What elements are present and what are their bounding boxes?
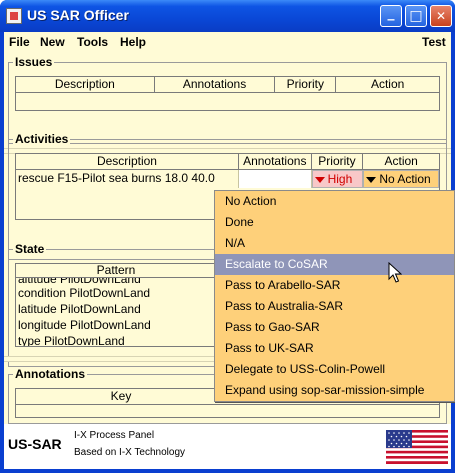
minimize-button[interactable]: _ <box>380 5 402 27</box>
state-pattern[interactable]: type PilotDownLand <box>16 333 216 346</box>
chevron-down-icon <box>314 176 325 183</box>
menu-test[interactable]: Test <box>422 35 446 49</box>
priority-value: High <box>327 172 353 186</box>
menu-item-delegate-to-uss-colin-powell[interactable]: Delegate to USS-Colin-Powell <box>215 359 454 380</box>
state-pattern[interactable]: condition PilotDownLand <box>16 285 216 301</box>
menu-item-pass-to-australia-sar[interactable]: Pass to Australia-SAR <box>215 296 454 317</box>
app-window: US SAR Officer _ □ ✕ File New Tools Help… <box>0 0 455 473</box>
menu-item-na[interactable]: N/A <box>215 233 454 254</box>
menu-item-escalate-to-cosar[interactable]: Escalate to CoSAR <box>215 254 454 275</box>
maximize-icon: □ <box>409 8 423 24</box>
issues-panel: Issues Description Annotations Priority … <box>8 55 447 144</box>
activities-col-description[interactable]: Description <box>16 154 239 169</box>
maximize-button[interactable]: □ <box>405 5 427 27</box>
state-col-pattern[interactable]: Pattern <box>16 264 216 277</box>
menu-file[interactable]: File <box>9 35 30 49</box>
state-title: State <box>13 242 47 256</box>
action-dropdown[interactable]: No Action <box>363 170 439 188</box>
action-value: No Action <box>379 172 431 186</box>
activity-annotations[interactable] <box>238 170 312 188</box>
menu-item-pass-to-uk-sar[interactable]: Pass to UK-SAR <box>215 338 454 359</box>
issues-title: Issues <box>13 55 55 69</box>
activities-title: Activities <box>13 132 71 146</box>
issues-col-description[interactable]: Description <box>16 77 155 92</box>
us-flag-icon <box>386 430 448 464</box>
table-row[interactable]: rescue F15-Pilot sea burns 18.0 40.0 Hig… <box>16 170 439 188</box>
state-pattern[interactable]: latitude PilotDownLand <box>16 301 216 317</box>
menu-item-pass-to-gao-sar[interactable]: Pass to Gao-SAR <box>215 317 454 338</box>
issues-col-action[interactable]: Action <box>336 77 439 92</box>
state-pattern[interactable]: longitude PilotDownLand <box>16 317 216 333</box>
activities-col-action[interactable]: Action <box>363 154 439 169</box>
menu-bar: File New Tools Help Test <box>4 32 451 52</box>
footer-line-2: Based on I-X Technology <box>74 447 186 458</box>
title-bar[interactable]: US SAR Officer _ □ ✕ <box>0 0 455 32</box>
menu-item-expand-using-sop[interactable]: Expand using sop-sar-mission-simple <box>215 380 454 401</box>
minimize-icon: _ <box>387 5 395 21</box>
window-title: US SAR Officer <box>27 7 129 23</box>
annotations-title: Annotations <box>13 367 87 381</box>
menu-tools[interactable]: Tools <box>77 35 108 49</box>
menu-item-pass-to-arabello-sar[interactable]: Pass to Arabello-SAR <box>215 275 454 296</box>
activities-table-header: Description Annotations Priority Action <box>16 154 439 170</box>
issues-table[interactable]: Description Annotations Priority Action <box>15 76 440 111</box>
menu-new[interactable]: New <box>40 35 65 49</box>
menu-item-done[interactable]: Done <box>215 212 454 233</box>
footer: US-SAR I-X Process Panel Based on I-X Te… <box>4 424 451 469</box>
annotations-col-key[interactable]: Key <box>16 389 226 404</box>
issues-col-annotations[interactable]: Annotations <box>155 77 276 92</box>
priority-dropdown[interactable]: High <box>311 170 364 188</box>
footer-line-1: I-X Process Panel <box>74 430 155 441</box>
action-dropdown-menu: No Action Done N/A Escalate to CoSAR Pas… <box>214 190 455 402</box>
app-logo: US-SAR <box>8 436 62 452</box>
menu-item-no-action[interactable]: No Action <box>215 191 454 212</box>
app-icon <box>6 8 22 24</box>
activities-col-annotations[interactable]: Annotations <box>239 154 312 169</box>
close-icon: ✕ <box>435 9 447 23</box>
mouse-cursor-icon <box>388 262 402 283</box>
issues-table-header: Description Annotations Priority Action <box>16 77 439 93</box>
issues-col-priority[interactable]: Priority <box>275 77 337 92</box>
menu-help[interactable]: Help <box>120 35 146 49</box>
activities-col-priority[interactable]: Priority <box>312 154 364 169</box>
activity-description[interactable]: rescue F15-Pilot sea burns 18.0 40.0 <box>16 170 239 188</box>
close-button[interactable]: ✕ <box>430 5 452 27</box>
state-pattern[interactable]: altitude PilotDownLand <box>16 278 216 285</box>
chevron-down-icon <box>366 176 377 183</box>
